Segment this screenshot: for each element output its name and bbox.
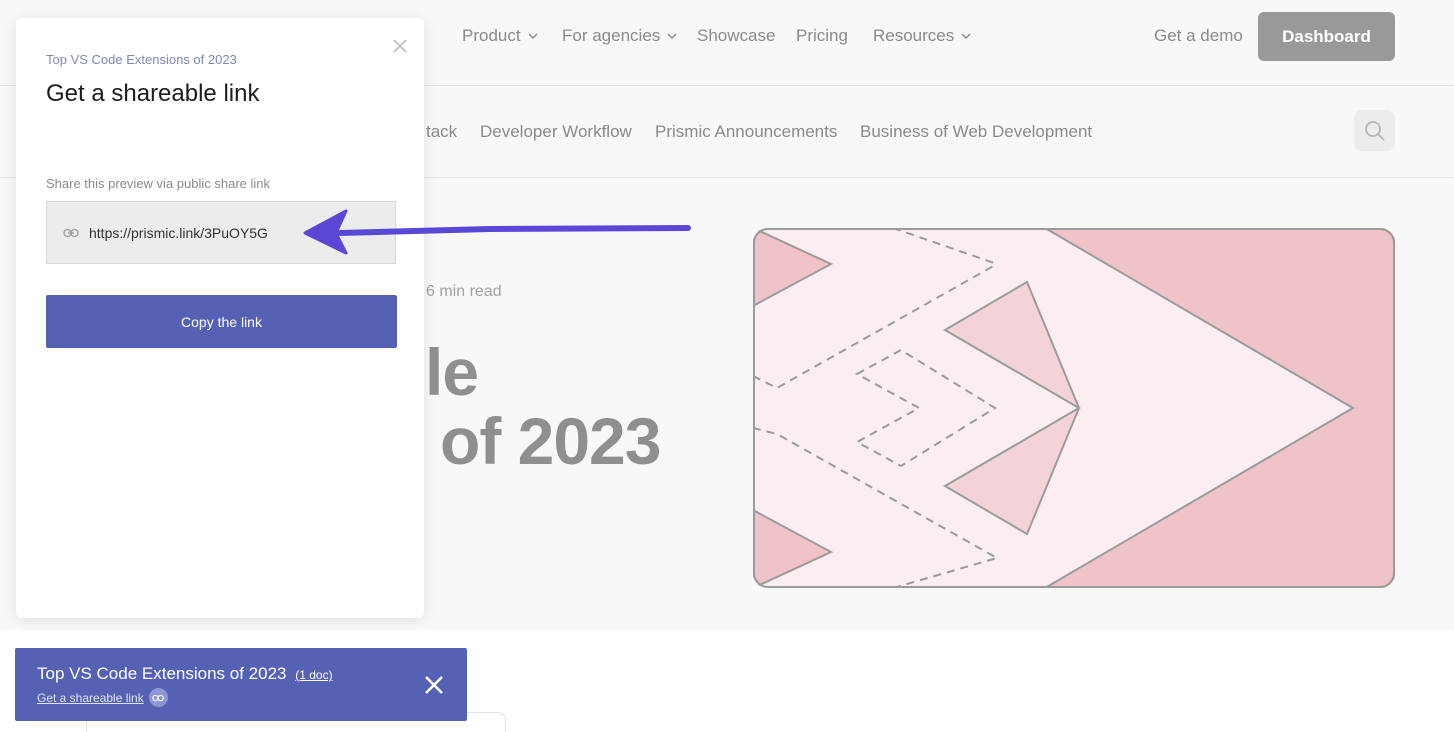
copy-link-button[interactable]: Copy the link	[46, 295, 397, 348]
nav-showcase[interactable]: Showcase	[697, 26, 775, 46]
toolbar-share-link-label: Get a shareable link	[37, 690, 144, 705]
share-link-modal: Top VS Code Extensions of 2023 Get a sha…	[16, 18, 424, 618]
link-icon	[63, 228, 79, 237]
nav-resources-label: Resources	[873, 26, 955, 45]
article-read-time: 6 min read	[426, 283, 502, 300]
chevron-down-icon	[667, 33, 677, 40]
get-a-demo-link[interactable]: Get a demo	[1154, 26, 1243, 46]
link-icon	[148, 688, 168, 707]
toolbar-title: Top VS Code Extensions of 2023 (1 doc)	[37, 664, 333, 684]
category-prismic-announcements[interactable]: Prismic Announcements	[655, 122, 837, 142]
article-title-line-2: of 2023	[440, 404, 661, 478]
chevron-down-icon	[528, 33, 538, 40]
hero-illustration	[753, 228, 1395, 588]
nav-for-agencies[interactable]: For agencies	[562, 26, 678, 46]
article-title-line-1: le	[425, 335, 479, 409]
category-developer-workflow[interactable]: Developer Workflow	[480, 122, 632, 142]
category-business-of-web-development[interactable]: Business of Web Development	[860, 122, 1092, 142]
close-icon[interactable]	[423, 674, 445, 696]
toolbar-doc-count[interactable]: (1 doc)	[295, 668, 332, 682]
arrow-annotation	[303, 209, 691, 255]
share-link-label: Share this preview via public share link	[46, 176, 270, 191]
toolbar-document-title: Top VS Code Extensions of 2023	[37, 664, 287, 683]
preview-toolbar: Top VS Code Extensions of 2023 (1 doc) G…	[15, 648, 467, 721]
close-icon[interactable]	[392, 38, 408, 54]
search-button[interactable]	[1354, 110, 1395, 151]
nav-product-label: Product	[462, 26, 521, 45]
toolbar-share-link[interactable]: Get a shareable link	[37, 688, 168, 707]
nav-showcase-label: Showcase	[697, 26, 776, 45]
nav-pricing-label: Pricing	[796, 26, 848, 45]
nav-for-agencies-label: For agencies	[562, 26, 661, 45]
nav-pricing[interactable]: Pricing	[796, 26, 848, 46]
category-tech-stack[interactable]: tack	[426, 122, 457, 142]
share-link-url: https://prismic.link/3PuOY5G	[89, 224, 268, 241]
chevron-down-icon	[961, 33, 971, 40]
modal-title: Get a shareable link	[46, 80, 260, 107]
search-icon	[1364, 120, 1385, 141]
dashboard-button[interactable]: Dashboard	[1258, 12, 1395, 61]
modal-document-title: Top VS Code Extensions of 2023	[46, 52, 237, 67]
nav-product[interactable]: Product	[462, 26, 539, 46]
nav-resources[interactable]: Resources	[873, 26, 972, 46]
